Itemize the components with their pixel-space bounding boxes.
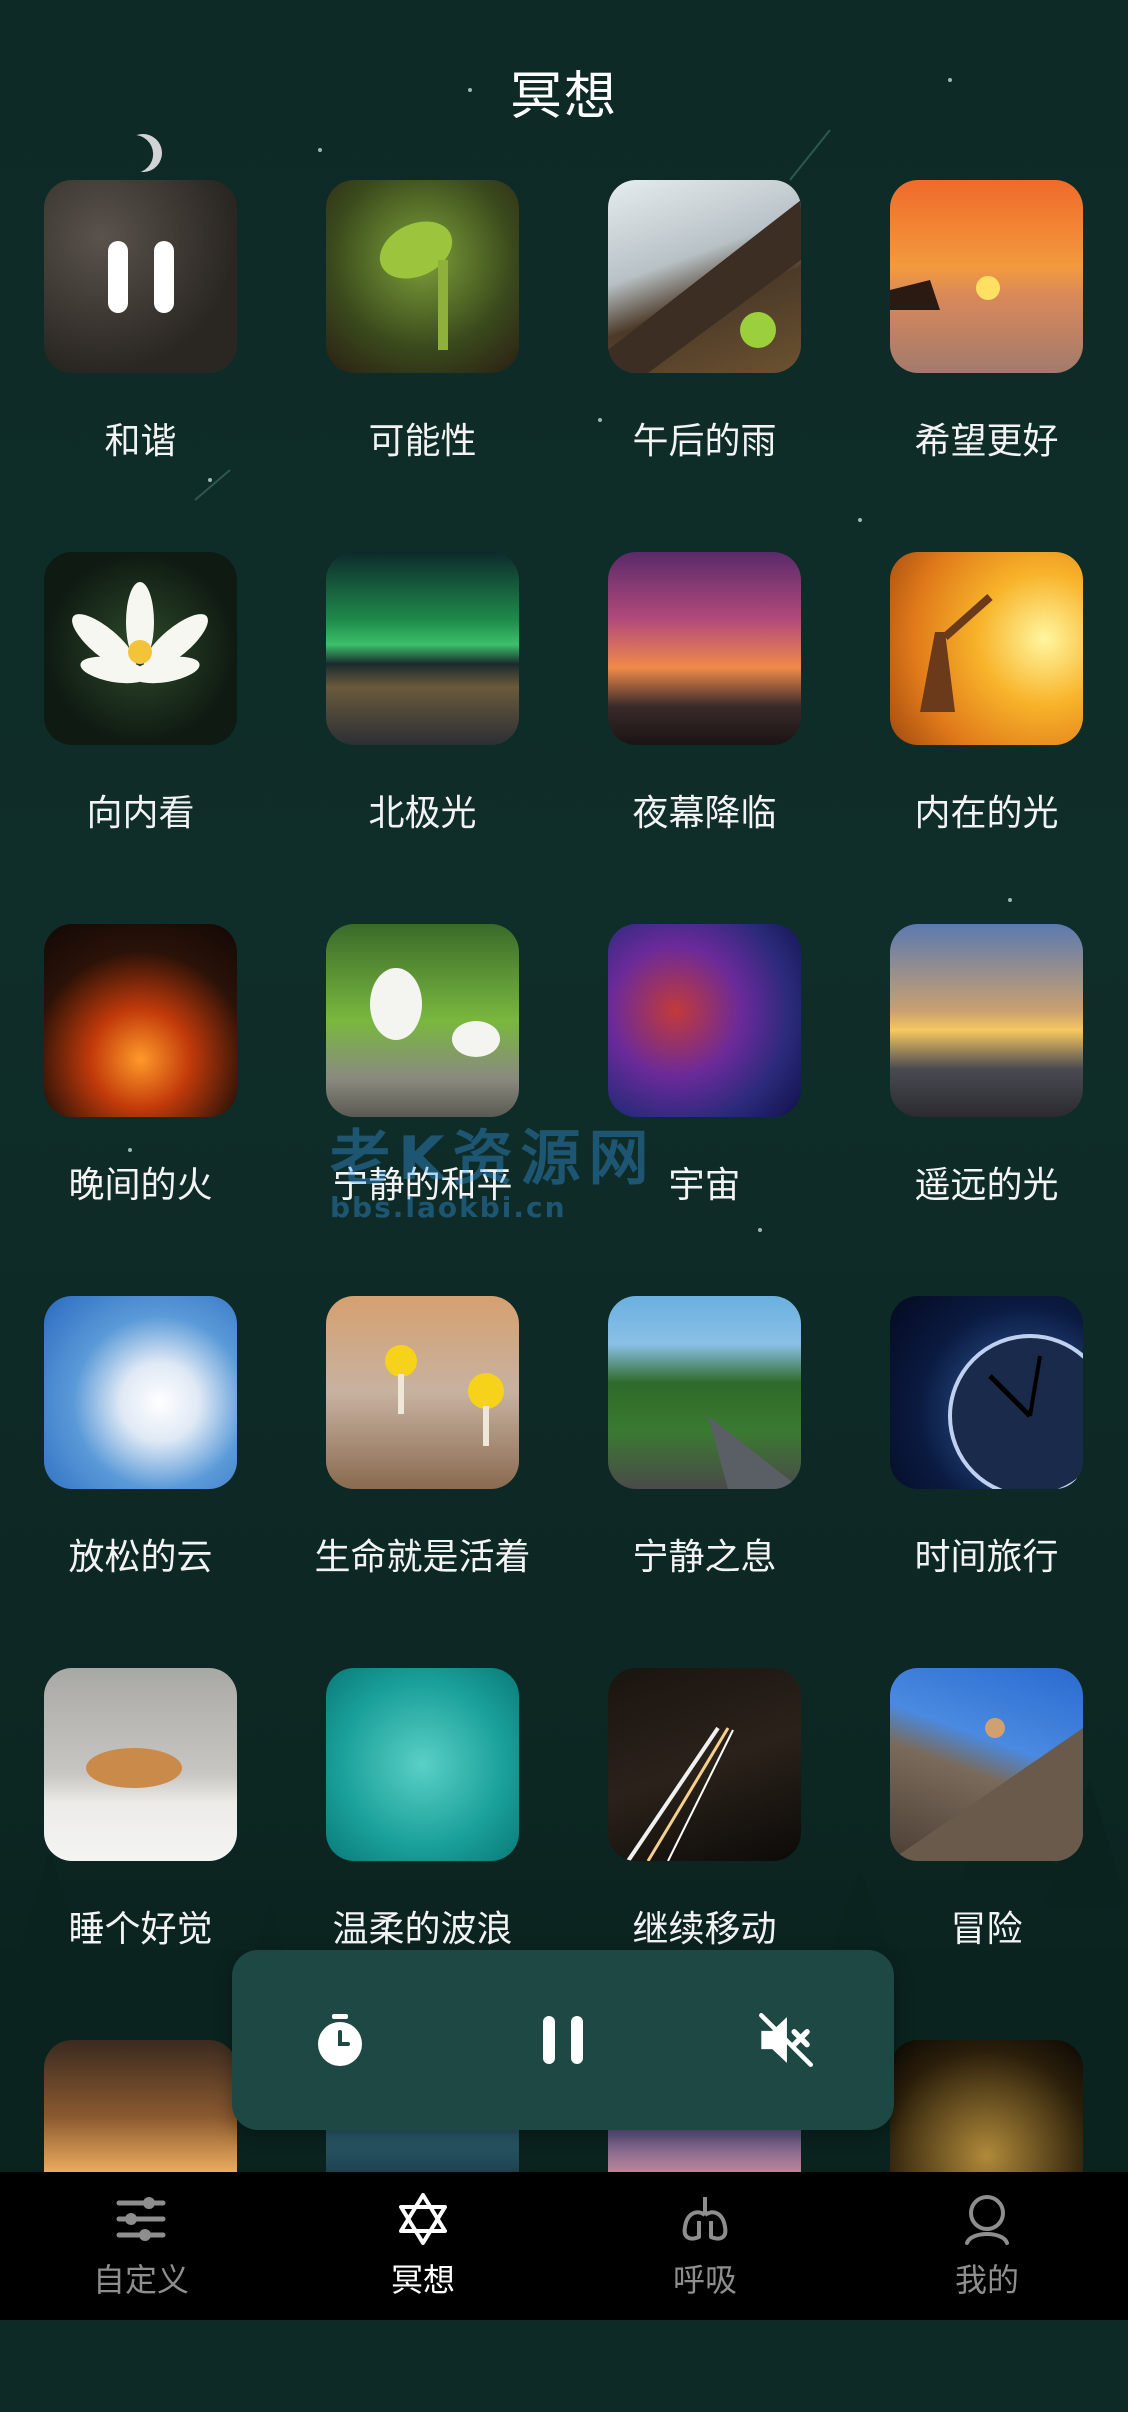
thumb-nebula xyxy=(608,924,801,1117)
thumb-sunset-sea xyxy=(890,180,1083,373)
meditation-tile-look-within[interactable]: 向内看 xyxy=(44,552,237,924)
tile-label: 午后的雨 xyxy=(632,421,777,462)
thumb-forest-road xyxy=(608,1296,801,1489)
tab-label: 自定义 xyxy=(92,2261,189,2299)
tile-label: 冒险 xyxy=(950,1909,1023,1950)
tile-label: 向内看 xyxy=(86,793,195,834)
tile-label: 温柔的波浪 xyxy=(332,1909,513,1950)
tile-label: 夜幕降临 xyxy=(632,793,777,834)
meditation-tile-peace[interactable]: 宁静的和平 xyxy=(326,924,519,1296)
meditation-tile-quiet-breath[interactable]: 宁静之息 xyxy=(608,1296,801,1668)
thumb-sun-woman xyxy=(890,552,1083,745)
thumb-doves xyxy=(326,924,519,1117)
meditation-tile-harmony[interactable]: 和谐 xyxy=(44,180,237,552)
thumb-climber xyxy=(890,1668,1083,1861)
timer-icon[interactable] xyxy=(308,2008,372,2072)
tab-mine[interactable]: 我的 xyxy=(887,2191,1087,2301)
meditation-tile-evening-fire[interactable]: 晚间的火 xyxy=(44,924,237,1296)
meditation-tile-inner-light[interactable]: 内在的光 xyxy=(890,552,1083,924)
thumb-clouds xyxy=(44,1296,237,1489)
meditation-tile-relaxing-clouds[interactable]: 放松的云 xyxy=(44,1296,237,1668)
pause-icon[interactable] xyxy=(44,180,237,373)
meditation-tile-hope[interactable]: 希望更好 xyxy=(890,180,1083,552)
meditation-tile-aurora[interactable]: 北极光 xyxy=(326,552,519,924)
mute-icon[interactable] xyxy=(754,2008,818,2072)
thumb-sleeping-cat xyxy=(44,1668,237,1861)
tile-label: 继续移动 xyxy=(632,1909,777,1950)
pause-icon[interactable] xyxy=(531,2008,595,2072)
tile-label: 生命就是活着 xyxy=(314,1537,531,1578)
tab-label: 我的 xyxy=(954,2261,1019,2299)
tab-meditation[interactable]: 冥想 xyxy=(323,2191,523,2301)
thumb-dusk xyxy=(608,552,801,745)
thumb-sprout xyxy=(326,180,519,373)
meditation-tile-time-travel[interactable]: 时间旅行 xyxy=(890,1296,1083,1668)
tab-custom[interactable]: 自定义 xyxy=(41,2191,241,2301)
tile-label: 宁静之息 xyxy=(632,1537,777,1578)
tile-label: 和谐 xyxy=(104,421,177,462)
thumb-stones xyxy=(44,180,237,373)
meditation-tile-distant-light[interactable]: 遥远的光 xyxy=(890,924,1083,1296)
tile-label: 希望更好 xyxy=(914,421,1059,462)
lungs-icon xyxy=(682,2197,728,2241)
thumb-sunrise-sky xyxy=(890,924,1083,1117)
tile-label: 可能性 xyxy=(368,421,477,462)
tile-label: 宁静的和平 xyxy=(332,1165,513,1206)
thumb-water xyxy=(326,1668,519,1861)
thumb-clock xyxy=(890,1296,1083,1489)
meditation-tile-adventure[interactable]: 冒险 xyxy=(890,1668,1083,2040)
meditation-tile-afternoon-rain[interactable]: 午后的雨 xyxy=(608,180,801,552)
thumb-roof xyxy=(608,180,801,373)
tile-label: 晚间的火 xyxy=(68,1165,213,1206)
player-bar xyxy=(232,1950,894,2130)
meditation-tile-life-is-living[interactable]: 生命就是活着 xyxy=(314,1296,531,1668)
tab-label: 呼吸 xyxy=(672,2261,737,2299)
tile-label: 内在的光 xyxy=(914,793,1059,834)
meditation-tile-universe[interactable]: 宇宙 xyxy=(608,924,801,1296)
tile-label: 时间旅行 xyxy=(914,1537,1059,1578)
sliders-icon xyxy=(116,2197,166,2241)
thumb-light-trails xyxy=(608,1668,801,1861)
tab-bar: 自定义 冥想 呼吸 我的 xyxy=(0,2172,1128,2320)
tile-label: 睡个好觉 xyxy=(68,1909,213,1950)
meditation-tile-good-sleep[interactable]: 睡个好觉 xyxy=(44,1668,237,2040)
tile-label: 放松的云 xyxy=(68,1537,213,1578)
meditation-tile-possibility[interactable]: 可能性 xyxy=(326,180,519,552)
thumb-campfire xyxy=(44,924,237,1117)
tile-label: 北极光 xyxy=(368,793,477,834)
tab-label: 冥想 xyxy=(390,2261,455,2299)
moon-icon xyxy=(119,129,168,178)
tile-label: 遥远的光 xyxy=(914,1165,1059,1206)
tile-label: 宇宙 xyxy=(668,1165,741,1206)
tab-breathe[interactable]: 呼吸 xyxy=(605,2191,805,2301)
thumb-mushrooms xyxy=(326,1296,519,1489)
user-icon xyxy=(965,2195,1009,2245)
thumb-aurora xyxy=(326,552,519,745)
thumb-lotus xyxy=(44,552,237,745)
meditation-tile-nightfall[interactable]: 夜幕降临 xyxy=(608,552,801,924)
star-of-david-icon xyxy=(399,2193,447,2245)
page-title: 冥想 xyxy=(509,67,618,127)
